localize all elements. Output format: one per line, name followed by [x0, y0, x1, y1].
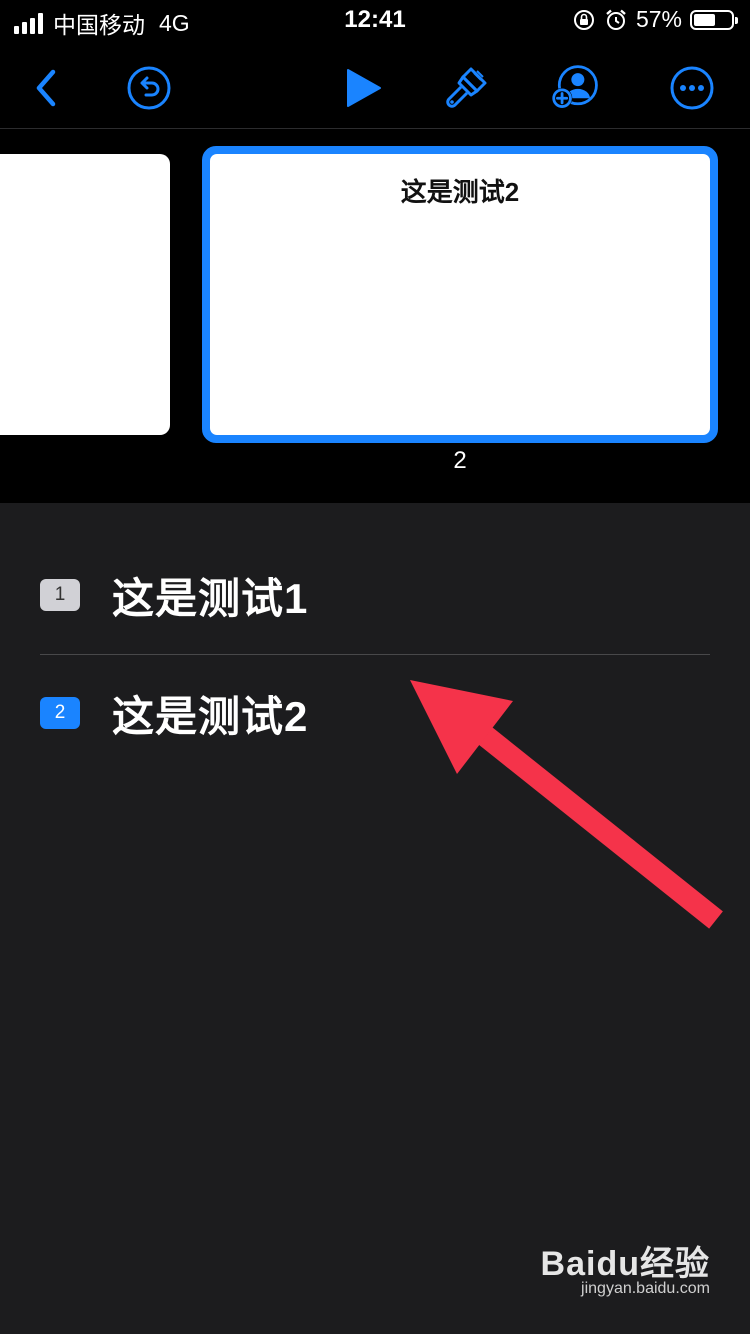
annotation-arrow-icon: [410, 680, 723, 929]
